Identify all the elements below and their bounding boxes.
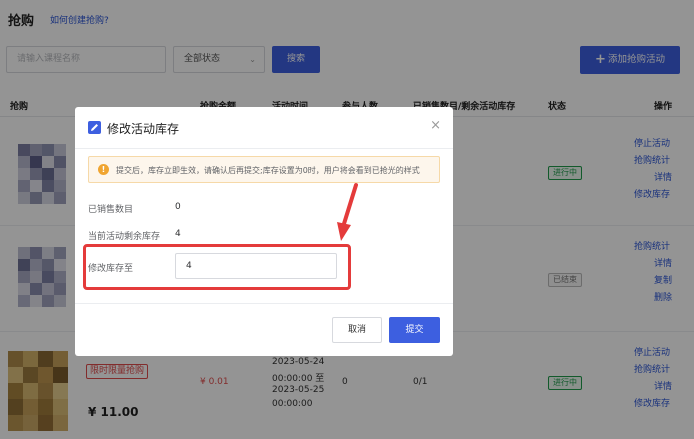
- annotation-arrow-icon: [337, 183, 358, 241]
- flash-sale-page: 抢购 如何创建抢购? 请输入课程名称 全部状态 ⌄ 搜索 + 添加抢购活动 抢购 …: [0, 0, 694, 439]
